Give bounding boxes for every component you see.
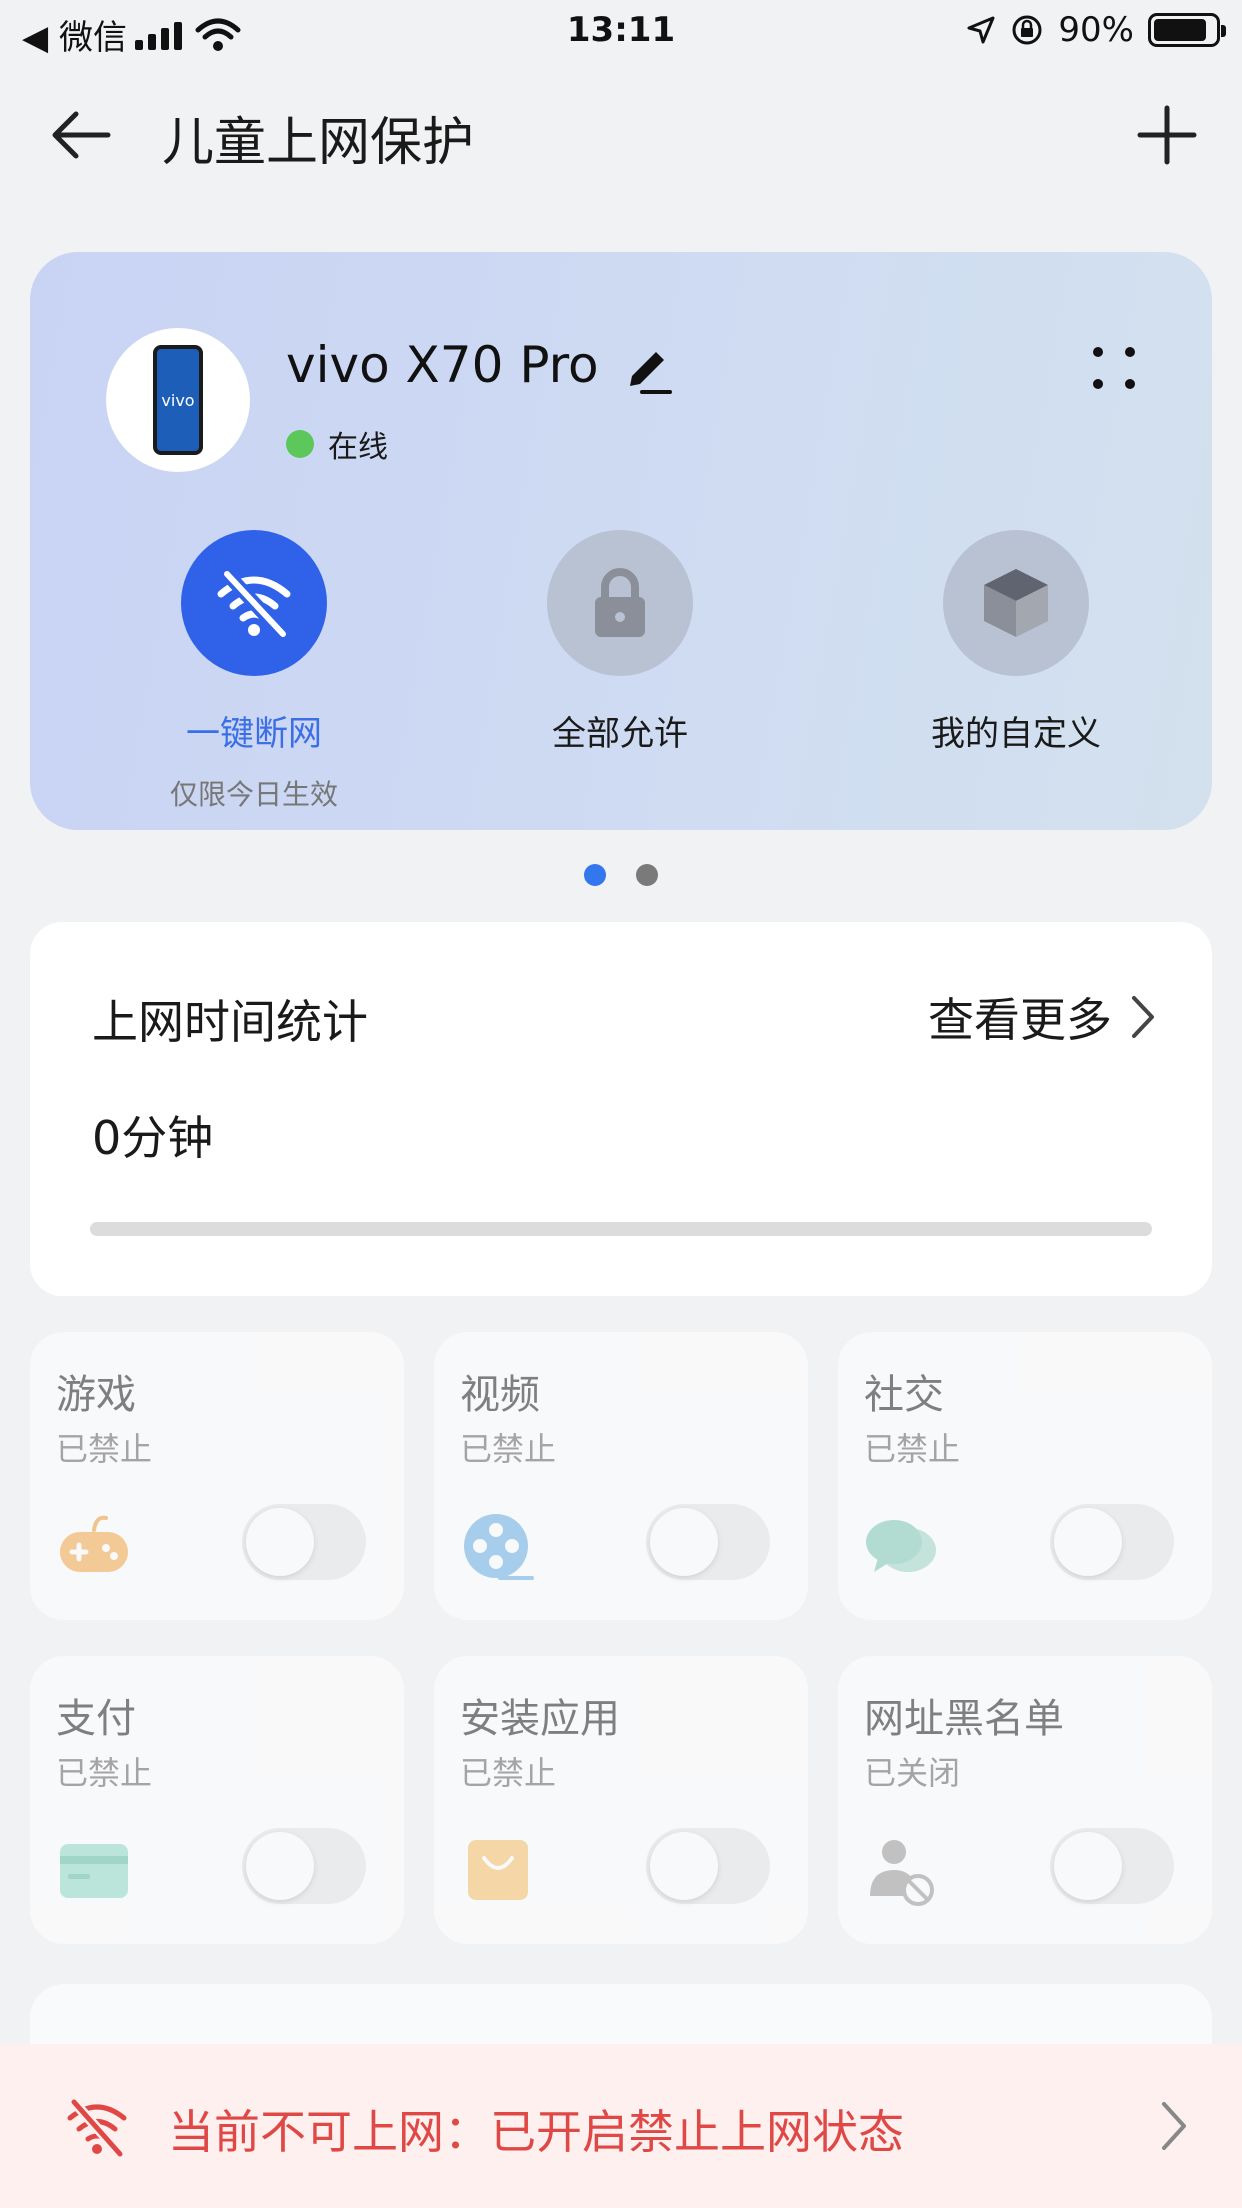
phone-image: vivo — [153, 345, 203, 455]
mode-disconnect[interactable]: 一键断网 仅限今日生效 — [104, 530, 404, 813]
cube-icon — [984, 569, 1048, 637]
mode-allow-all-button[interactable] — [547, 530, 693, 676]
back-arrow-icon[interactable] — [46, 100, 116, 170]
device-status-label: 在线 — [328, 430, 388, 465]
device-status: 在线 — [286, 422, 388, 466]
category-status: 已禁止 — [56, 1430, 153, 1468]
mode-allow-all-label: 全部允许 — [552, 714, 688, 754]
category-status: 已禁止 — [56, 1754, 153, 1792]
mode-disconnect-label: 一键断网 — [186, 714, 322, 754]
mode-custom[interactable]: 我的自定义 — [866, 530, 1166, 755]
mode-custom-button[interactable] — [943, 530, 1089, 676]
alert-text: 当前不可上网：已开启禁止上网状态 — [168, 2105, 904, 2159]
category-status: 已禁止 — [460, 1754, 557, 1792]
usage-stats-title: 上网时间统计 — [92, 995, 368, 1049]
no-internet-alert[interactable]: 当前不可上网：已开启禁止上网状态 — [0, 2044, 1242, 2208]
usage-time-value: 0分钟 — [92, 1111, 214, 1165]
mode-custom-label: 我的自定义 — [931, 714, 1101, 754]
category-toggle[interactable] — [1050, 1504, 1174, 1580]
category-tile-games[interactable]: 游戏 已禁止 — [30, 1332, 404, 1620]
pager-dot[interactable] — [636, 864, 658, 886]
mode-allow-all[interactable]: 全部允许 — [470, 530, 770, 755]
nav-bar: 儿童上网保护 — [0, 80, 1242, 180]
phone-brand: vivo — [161, 390, 195, 410]
gamepad-icon — [60, 1515, 128, 1572]
category-title: 安装应用 — [460, 1696, 620, 1742]
category-title: 游戏 — [56, 1372, 136, 1418]
category-tile-url-blacklist[interactable]: 网址黑名单 已关闭 — [838, 1656, 1212, 1944]
status-bar: ◀ 微信 13:11 90% — [0, 0, 1242, 62]
rotation-lock-icon — [1012, 15, 1042, 45]
category-toggle[interactable] — [242, 1504, 366, 1580]
category-title: 视频 — [460, 1372, 540, 1418]
card-icon — [60, 1844, 128, 1898]
category-title: 网址黑名单 — [864, 1696, 1064, 1742]
add-icon[interactable] — [1132, 100, 1202, 170]
mode-disconnect-button[interactable] — [181, 530, 327, 676]
more-dots-icon[interactable] — [1086, 340, 1142, 396]
category-tile-video[interactable]: 视频 已禁止 — [434, 1332, 808, 1620]
category-tile-install-apps[interactable]: 安装应用 已禁止 — [434, 1656, 808, 1944]
category-status: 已禁止 — [460, 1430, 557, 1468]
view-more-link[interactable]: 查看更多 — [928, 984, 1156, 1050]
category-title: 支付 — [56, 1696, 136, 1742]
card-pager — [0, 864, 1242, 886]
device-avatar: vivo — [106, 328, 250, 472]
online-status-dot — [286, 430, 314, 458]
battery-percent: 90% — [1058, 10, 1134, 50]
category-toggle[interactable] — [1050, 1828, 1174, 1904]
category-status: 已关闭 — [864, 1754, 961, 1792]
category-status: 已禁止 — [864, 1430, 961, 1468]
chat-bubbles-icon — [866, 1520, 936, 1572]
wifi-off-alert-icon — [67, 2097, 127, 2159]
category-toggle[interactable] — [646, 1504, 770, 1580]
user-blocked-icon — [870, 1840, 934, 1906]
edit-pencil-icon[interactable] — [620, 342, 676, 398]
category-title: 社交 — [864, 1372, 944, 1418]
chevron-right-icon — [1162, 2102, 1186, 2150]
lock-icon — [595, 568, 645, 637]
mode-disconnect-note: 仅限今日生效 — [169, 778, 338, 811]
view-more-label[interactable]: 查看更多 — [928, 984, 1112, 1050]
chevron-right-icon — [1132, 996, 1154, 1038]
wifi-off-icon — [217, 567, 291, 641]
category-tile-payment[interactable]: 支付 已禁止 — [30, 1656, 404, 1944]
device-name: vivo X70 Pro — [286, 336, 599, 394]
category-toggle[interactable] — [646, 1828, 770, 1904]
usage-progress-bar — [90, 1222, 1152, 1236]
film-reel-icon — [464, 1514, 534, 1580]
device-card: vivo vivo X70 Pro 在线 一键断网 仅限今日生效 全部允许 我的… — [30, 252, 1212, 830]
page-title: 儿童上网保护 — [162, 113, 475, 173]
pager-dot-active[interactable] — [584, 864, 606, 886]
category-tile-social[interactable]: 社交 已禁止 — [838, 1332, 1212, 1620]
usage-stats-card: 上网时间统计 查看更多 0分钟 — [30, 922, 1212, 1296]
shopping-bag-icon — [468, 1840, 528, 1900]
location-icon — [967, 16, 995, 44]
battery-icon — [1148, 13, 1226, 47]
category-toggle[interactable] — [242, 1828, 366, 1904]
